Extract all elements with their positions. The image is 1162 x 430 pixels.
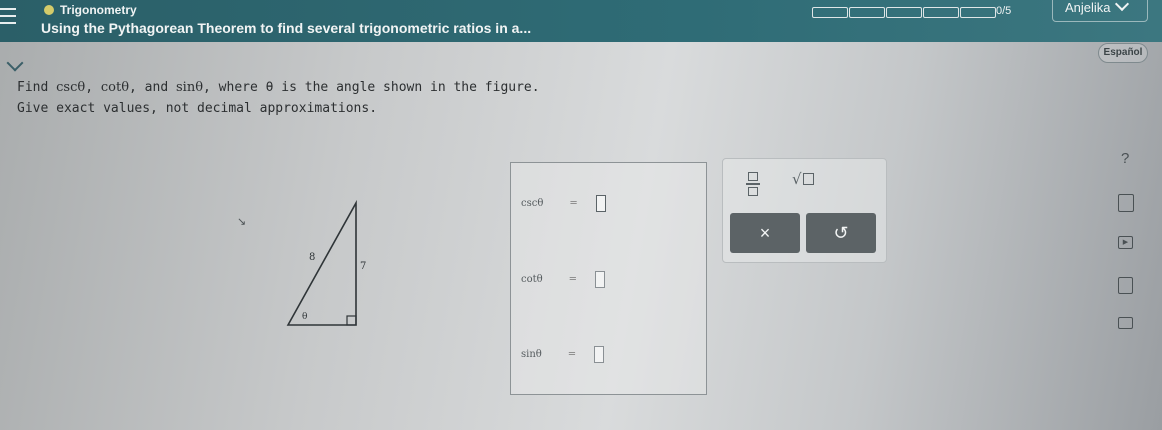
progress-segment (960, 7, 996, 18)
fraction-icon[interactable] (746, 172, 760, 196)
answer-label: sinθ (521, 349, 542, 360)
progress-segment (849, 7, 885, 18)
lesson-title: Using the Pythagorean Theorem to find se… (41, 20, 532, 36)
chevron-down-icon (1114, 0, 1129, 12)
prompt-text: , and (129, 80, 176, 95)
progress-segment (886, 7, 922, 18)
opposite-side-label: 7 (360, 261, 366, 272)
language-toggle-button[interactable]: Español (1098, 43, 1148, 63)
video-icon[interactable]: ▶ (1118, 236, 1133, 249)
progress-bar (812, 7, 997, 18)
mouse-pointer-icon: ↘ (237, 216, 247, 228)
cot-answer-input[interactable] (595, 271, 606, 288)
answer-label: cotθ (521, 274, 543, 285)
equals-sign: = (567, 349, 577, 360)
progress-segment (923, 7, 959, 18)
ebook-icon[interactable] (1118, 277, 1133, 294)
sin-answer-row: sinθ = (521, 346, 605, 363)
clear-button[interactable]: × (730, 213, 800, 253)
answer-label: cscθ (521, 198, 544, 209)
triangle-figure: 8 7 θ (286, 199, 366, 326)
triangle-shape (286, 199, 357, 326)
right-angle-marker (346, 315, 357, 326)
cot-term: cotθ (100, 80, 130, 95)
csc-answer-row: cscθ = (521, 195, 606, 212)
square-root-icon[interactable]: √ (792, 170, 814, 188)
topic-status-icon (44, 5, 54, 15)
collapse-chevron-icon[interactable] (6, 54, 24, 72)
calculator-icon[interactable] (1118, 194, 1134, 212)
user-name: Anjelika (1065, 0, 1111, 15)
top-bar: Trigonometry Using the Pythagorean Theor… (0, 0, 1162, 42)
progress-count: 0/5 (996, 5, 1012, 17)
help-icon[interactable]: ? (1121, 150, 1129, 167)
sin-answer-input[interactable] (594, 346, 605, 363)
csc-answer-input[interactable] (595, 195, 606, 212)
equals-sign: = (568, 274, 578, 285)
angle-label: θ (302, 312, 307, 322)
undo-button[interactable]: ↺ (806, 213, 876, 253)
menu-icon[interactable] (0, 8, 18, 24)
cot-answer-row: cotθ = (521, 271, 606, 288)
prompt-text: , (85, 80, 101, 95)
csc-term: cscθ (56, 80, 86, 95)
question-instruction: Give exact values, not decimal approxima… (17, 101, 378, 116)
course-title: Trigonometry (60, 3, 137, 17)
answer-panel: cscθ = cotθ = sinθ = (510, 162, 707, 395)
mail-icon[interactable] (1118, 317, 1133, 329)
prompt-text: Find (17, 80, 57, 95)
equals-sign: = (569, 198, 578, 209)
prompt-text: , where θ is the angle shown in the figu… (203, 80, 540, 95)
sin-term: sinθ (176, 80, 204, 95)
user-menu-button[interactable]: Anjelika (1052, 0, 1148, 22)
progress-segment (812, 7, 848, 18)
question-prompt: Find cscθ, cotθ, and sinθ, where θ is th… (17, 80, 540, 95)
hypotenuse-label: 8 (309, 252, 315, 263)
